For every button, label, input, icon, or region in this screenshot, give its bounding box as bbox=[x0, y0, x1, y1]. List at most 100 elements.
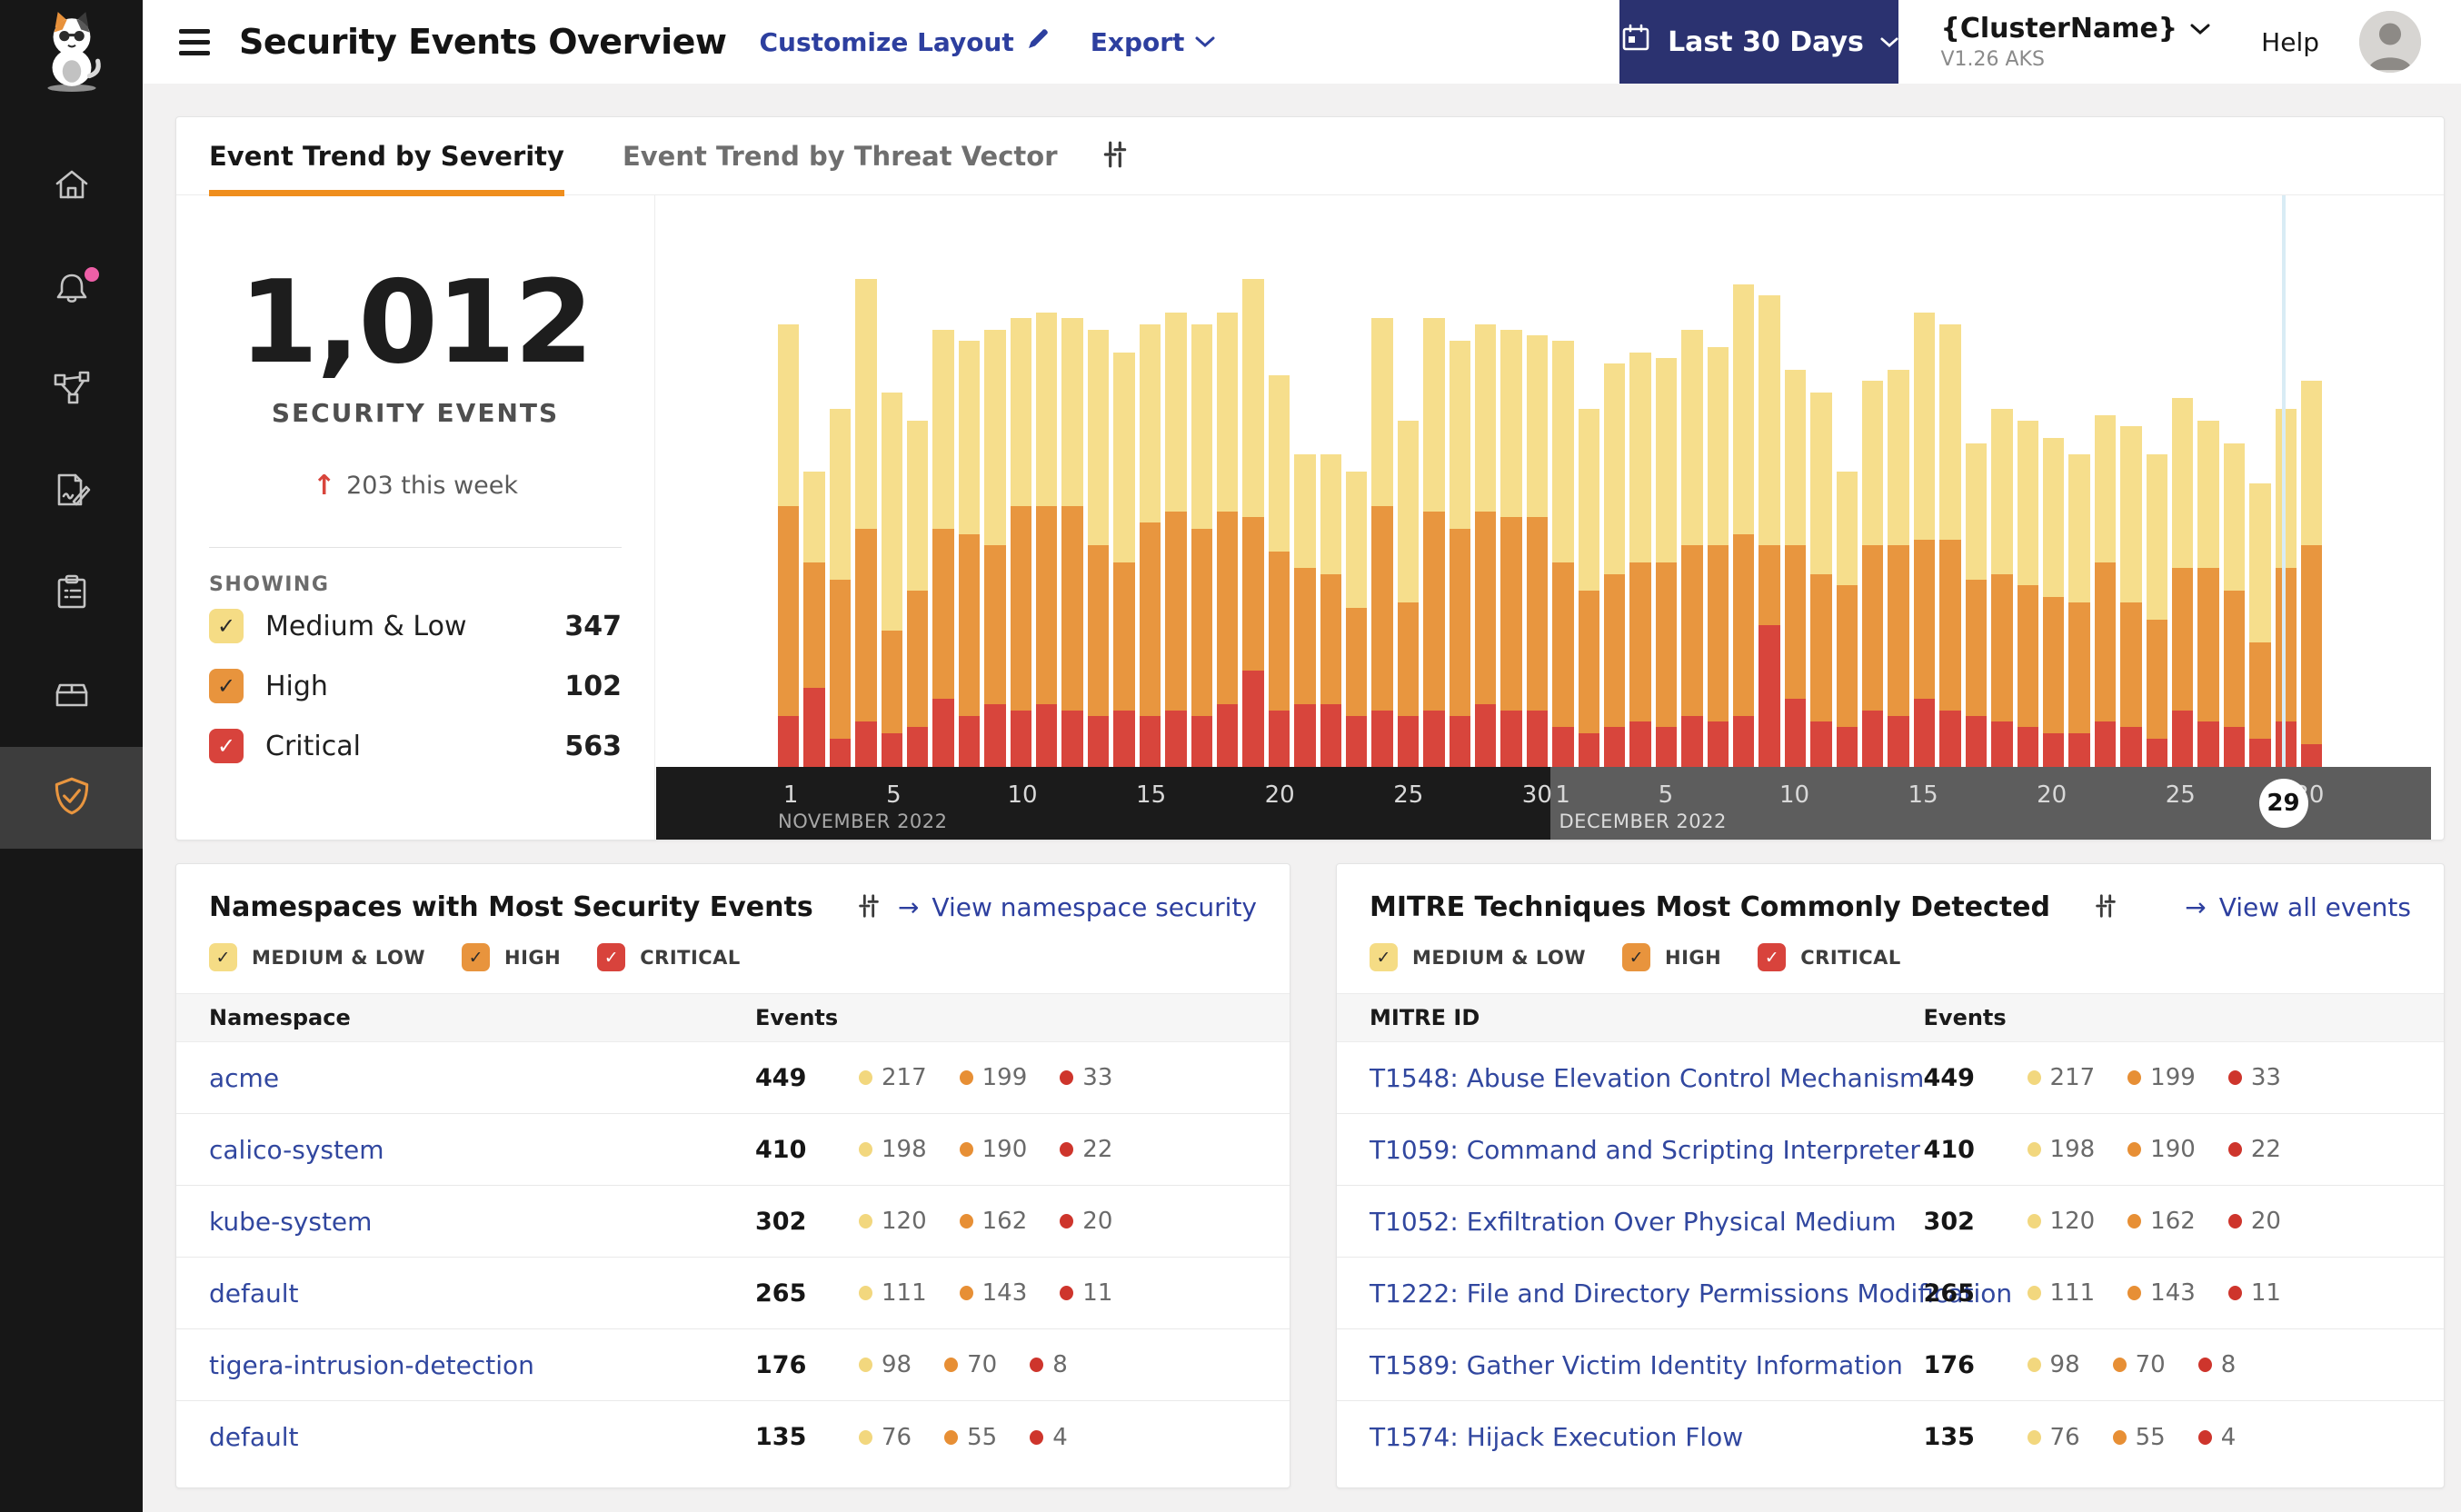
stacked-bar[interactable] bbox=[1862, 199, 1884, 767]
namespace-link[interactable]: calico-system bbox=[209, 1135, 384, 1165]
stacked-bar[interactable] bbox=[1965, 199, 1988, 767]
stacked-bar[interactable] bbox=[907, 199, 929, 767]
customize-layout-button[interactable]: Customize Layout bbox=[759, 26, 1050, 58]
stacked-bar[interactable] bbox=[1036, 199, 1058, 767]
namespaces-settings-sliders-icon[interactable] bbox=[855, 892, 882, 923]
stacked-bar[interactable] bbox=[803, 199, 825, 767]
namespace-link[interactable]: default bbox=[209, 1422, 299, 1452]
namespace-link[interactable]: default bbox=[209, 1278, 299, 1308]
stacked-bar[interactable] bbox=[1681, 199, 1703, 767]
stacked-bar[interactable] bbox=[1397, 199, 1420, 767]
stacked-bar[interactable] bbox=[2146, 199, 2167, 767]
stacked-bar[interactable] bbox=[1578, 199, 1599, 767]
tab-event-trend-by-severity[interactable]: Event Trend by Severity bbox=[209, 117, 564, 196]
namespace-link[interactable]: kube-system bbox=[209, 1207, 372, 1237]
stacked-bar[interactable] bbox=[1474, 199, 1497, 767]
critical-checkbox[interactable]: ✓ bbox=[1758, 943, 1787, 971]
stacked-bar[interactable] bbox=[958, 199, 981, 767]
stacked-bar[interactable] bbox=[2042, 199, 2065, 767]
stacked-bar[interactable] bbox=[1216, 199, 1239, 767]
stacked-bar[interactable] bbox=[1242, 199, 1264, 767]
stacked-bar[interactable] bbox=[855, 199, 877, 767]
stacked-bar[interactable] bbox=[1991, 199, 2013, 767]
stacked-bar[interactable] bbox=[1500, 199, 1522, 767]
calico-cat-logo[interactable] bbox=[0, 9, 143, 93]
stacked-bar[interactable] bbox=[1629, 199, 1651, 767]
high-checkbox[interactable]: ✓ bbox=[209, 669, 244, 703]
view-namespace-security-link[interactable]: → View namespace security bbox=[898, 892, 1257, 922]
stacked-bar[interactable] bbox=[2223, 199, 2246, 767]
stacked-bar[interactable] bbox=[1939, 199, 1961, 767]
stacked-bar[interactable] bbox=[1320, 199, 1341, 767]
stacked-bar[interactable] bbox=[2275, 199, 2297, 767]
stacked-bar[interactable] bbox=[1423, 199, 1445, 767]
stacked-bar[interactable] bbox=[2197, 199, 2219, 767]
stacked-bar[interactable] bbox=[1526, 199, 1549, 767]
critical-checkbox[interactable]: ✓ bbox=[597, 943, 626, 971]
high-checkbox[interactable]: ✓ bbox=[462, 943, 491, 971]
medium-low-checkbox[interactable]: ✓ bbox=[209, 943, 237, 971]
mitre-technique-link[interactable]: T1589: Gather Victim Identity Informatio… bbox=[1370, 1350, 1903, 1380]
stacked-bar[interactable] bbox=[1913, 199, 1936, 767]
stacked-bar[interactable] bbox=[1449, 199, 1470, 767]
view-all-events-link[interactable]: → View all events bbox=[2185, 892, 2411, 922]
stacked-bar[interactable] bbox=[1087, 199, 1110, 767]
stacked-bar[interactable] bbox=[2300, 199, 2323, 767]
stacked-bar[interactable] bbox=[1655, 199, 1678, 767]
stacked-bar[interactable] bbox=[1113, 199, 1135, 767]
stacked-bar[interactable] bbox=[829, 199, 852, 767]
stacked-bar[interactable] bbox=[984, 199, 1006, 767]
stacked-bar[interactable] bbox=[1759, 199, 1780, 767]
stacked-bar[interactable] bbox=[1836, 199, 1858, 767]
medium-low-checkbox[interactable]: ✓ bbox=[1370, 943, 1398, 971]
stacked-bar[interactable] bbox=[2068, 199, 2090, 767]
namespace-link[interactable]: acme bbox=[209, 1063, 279, 1093]
help-link[interactable]: Help bbox=[2261, 27, 2319, 57]
sidebar-item-image-assurance[interactable] bbox=[0, 645, 143, 747]
sidebar-item-policies[interactable] bbox=[0, 442, 143, 543]
sidebar-item-threat-defense[interactable] bbox=[0, 747, 143, 849]
stacked-bar[interactable] bbox=[2171, 199, 2194, 767]
stacked-bar[interactable] bbox=[1061, 199, 1083, 767]
mitre-technique-link[interactable]: T1222: File and Directory Permissions Mo… bbox=[1370, 1278, 2012, 1308]
sidebar-item-service-graph[interactable] bbox=[0, 340, 143, 442]
stacked-bar[interactable] bbox=[1552, 199, 1574, 767]
stacked-bar[interactable] bbox=[1784, 199, 1807, 767]
sidebar-item-home[interactable] bbox=[0, 136, 143, 238]
stacked-bar[interactable] bbox=[1165, 199, 1187, 767]
stacked-bar[interactable] bbox=[2249, 199, 2271, 767]
stacked-bar[interactable] bbox=[1139, 199, 1161, 767]
stacked-bar[interactable] bbox=[778, 199, 800, 767]
sidebar-item-alerts[interactable] bbox=[0, 238, 143, 340]
stacked-bar[interactable] bbox=[1268, 199, 1290, 767]
chart-settings-sliders-icon[interactable] bbox=[1100, 139, 1131, 174]
stacked-bar[interactable] bbox=[1810, 199, 1832, 767]
medium-low-checkbox[interactable]: ✓ bbox=[209, 609, 244, 643]
stacked-bar[interactable] bbox=[1010, 199, 1032, 767]
stacked-bar[interactable] bbox=[932, 199, 954, 767]
mitre-settings-sliders-icon[interactable] bbox=[2092, 892, 2119, 923]
stacked-bar[interactable] bbox=[2094, 199, 2117, 767]
mitre-technique-link[interactable]: T1574: Hijack Execution Flow bbox=[1370, 1422, 1743, 1452]
stacked-bar[interactable] bbox=[2017, 199, 2038, 767]
stacked-bar[interactable] bbox=[1294, 199, 1316, 767]
mitre-technique-link[interactable]: T1059: Command and Scripting Interpreter bbox=[1370, 1135, 1920, 1165]
stacked-bar[interactable] bbox=[1604, 199, 1626, 767]
stacked-bar[interactable] bbox=[881, 199, 903, 767]
mitre-technique-link[interactable]: T1052: Exfiltration Over Physical Medium bbox=[1370, 1207, 1897, 1237]
date-range-button[interactable]: Last 30 Days bbox=[1619, 0, 1899, 84]
tab-event-trend-by-threat-vector[interactable]: Event Trend by Threat Vector bbox=[623, 117, 1058, 195]
sidebar-item-compliance[interactable] bbox=[0, 543, 143, 645]
export-button[interactable]: Export bbox=[1091, 27, 1216, 57]
user-avatar[interactable] bbox=[2359, 11, 2421, 73]
stacked-bar[interactable] bbox=[1345, 199, 1368, 767]
stacked-bar[interactable] bbox=[1371, 199, 1393, 767]
stacked-bar[interactable] bbox=[1888, 199, 1909, 767]
stacked-bar[interactable] bbox=[1733, 199, 1755, 767]
stacked-bar[interactable] bbox=[1191, 199, 1212, 767]
critical-checkbox[interactable]: ✓ bbox=[209, 729, 244, 763]
hamburger-menu-icon[interactable] bbox=[179, 28, 210, 55]
stacked-bar[interactable] bbox=[1707, 199, 1729, 767]
high-checkbox[interactable]: ✓ bbox=[1622, 943, 1651, 971]
mitre-technique-link[interactable]: T1548: Abuse Elevation Control Mechanism bbox=[1370, 1063, 1924, 1093]
